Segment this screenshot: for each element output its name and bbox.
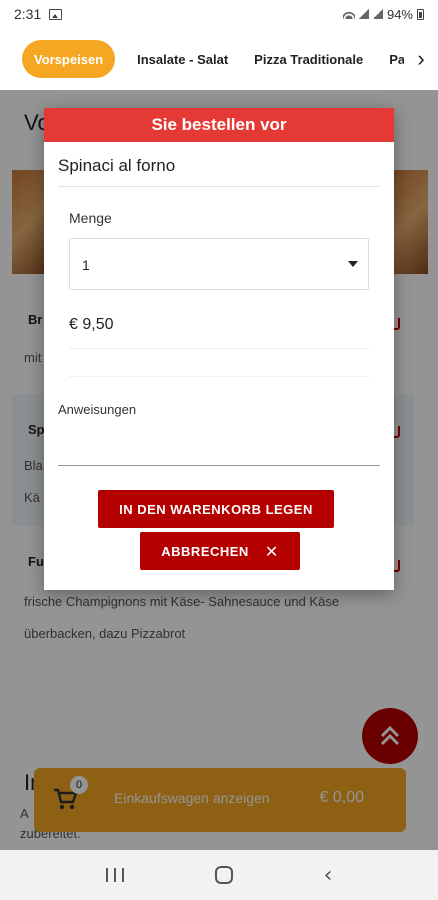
home-icon[interactable] — [214, 866, 233, 884]
status-right: 94% — [342, 6, 424, 22]
chevron-right-icon[interactable]: › — [404, 28, 438, 90]
dialog-title: Sie bestellen vor — [44, 108, 394, 142]
cancel-label: ABBRECHEN — [161, 543, 249, 559]
quantity-value: 1 — [82, 257, 90, 273]
image-notification-icon — [49, 8, 63, 20]
close-icon: ✕ — [264, 541, 279, 561]
battery-percent: 94% — [386, 6, 413, 22]
wifi-icon — [342, 9, 355, 19]
tab-vorspeisen[interactable]: Vorspeisen — [22, 40, 116, 78]
add-to-cart-button[interactable]: IN DEN WARENKORB LEGEN — [98, 490, 334, 528]
divider — [58, 186, 380, 187]
order-dialog: Sie bestellen vor Spinaci al forno Menge… — [44, 108, 394, 590]
recents-icon[interactable] — [105, 868, 124, 882]
instructions-input[interactable] — [58, 426, 380, 466]
divider — [69, 376, 369, 377]
category-tabs: Vorspeisen Insalate - Salat Pizza Tradit… — [0, 28, 438, 90]
quantity-select[interactable]: 1 — [69, 238, 369, 290]
signal-icon — [358, 9, 369, 19]
battery-icon — [417, 8, 424, 20]
divider — [69, 348, 369, 349]
product-name: Spinaci al forno — [58, 156, 176, 175]
status-time: 2:31 — [14, 6, 42, 22]
price: € 9,50 — [69, 316, 114, 333]
signal-icon-2 — [372, 9, 383, 19]
status-left: 2:31 — [14, 6, 63, 22]
quantity-label: Menge — [69, 210, 112, 226]
tab-insalate[interactable]: Insalate - Salat — [133, 52, 232, 67]
cancel-button[interactable]: ABBRECHEN ✕ — [140, 532, 300, 570]
status-bar: 2:31 94% — [0, 0, 438, 28]
system-nav-bar: ‹ — [0, 850, 438, 900]
caret-down-icon — [348, 261, 358, 267]
instructions-label: Anweisungen — [58, 402, 137, 417]
back-icon[interactable]: ‹ — [324, 863, 333, 888]
tab-pizza-traditionale[interactable]: Pizza Traditionale — [250, 52, 367, 67]
